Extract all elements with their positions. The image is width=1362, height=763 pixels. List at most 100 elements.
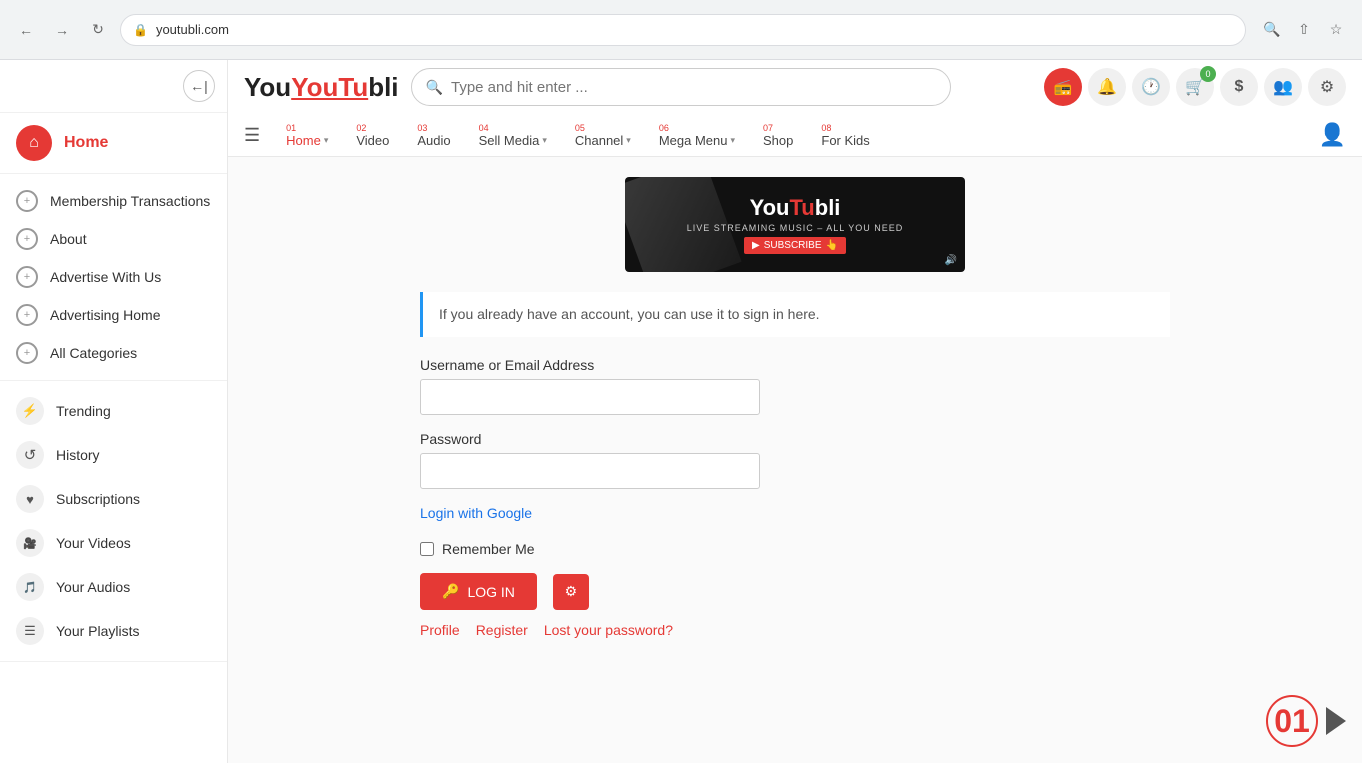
cart-badge: 0 xyxy=(1200,66,1216,82)
refresh-button[interactable]: ↻ xyxy=(84,16,112,44)
radio-icon: 📻 xyxy=(1054,78,1073,96)
clock-button[interactable]: 🕐 xyxy=(1132,68,1170,106)
username-label: Username or Email Address xyxy=(420,357,1170,373)
username-input[interactable] xyxy=(420,379,760,415)
logo[interactable]: YouYouTubli xyxy=(244,72,399,103)
nav-item-home[interactable]: 01 Home ▾ xyxy=(272,114,342,156)
membership-icon: + xyxy=(16,190,38,212)
home-label: Home xyxy=(64,134,108,152)
register-link[interactable]: Register xyxy=(476,622,528,638)
sidebar-advertising-home-label: Advertising Home xyxy=(50,307,161,323)
back-button[interactable]: ← xyxy=(12,16,40,44)
nav-item-video[interactable]: 02 Video xyxy=(342,114,403,156)
dollar-button[interactable]: $ xyxy=(1220,68,1258,106)
chevron-sell-media: ▾ xyxy=(542,135,547,146)
radio-button[interactable]: 📻 xyxy=(1044,68,1082,106)
dollar-icon: $ xyxy=(1235,78,1244,96)
hamburger-button[interactable]: ☰ xyxy=(244,125,272,146)
sidebar-item-advertising-home[interactable]: + Advertising Home xyxy=(0,296,227,334)
sidebar-home-item[interactable]: ⌂ Home xyxy=(0,113,227,174)
url-text: youtubli.com xyxy=(156,22,229,37)
nav-item-shop[interactable]: 07 Shop xyxy=(749,114,807,156)
sidebar-item-all-categories[interactable]: + All Categories xyxy=(0,334,227,372)
nav-item-mega-menu[interactable]: 06 Mega Menu ▾ xyxy=(645,114,749,156)
sidebar-membership-label: Membership Transactions xyxy=(50,193,210,209)
top-nav: YouYouTubli 🔍 📻 🔔 🕐 xyxy=(228,60,1362,157)
sidebar-item-membership[interactable]: + Membership Transactions xyxy=(0,182,227,220)
address-bar[interactable]: 🔒 youtubli.com xyxy=(120,14,1246,46)
about-icon: + xyxy=(16,228,38,250)
bell-button[interactable]: 🔔 xyxy=(1088,68,1126,106)
sidebar-item-subscriptions[interactable]: ♥ Subscriptions xyxy=(0,477,227,521)
app-container: ←| ⌂ Home + Membership Transactions + Ab… xyxy=(0,60,1362,763)
sidebar-all-categories-label: All Categories xyxy=(50,345,137,361)
nav-menu-items: 01 Home ▾ 02 Video 03 Audio 04 Sell Medi… xyxy=(272,114,1318,156)
remember-me-row: Remember Me xyxy=(420,541,1170,557)
google-login-button[interactable]: Login with Google xyxy=(420,505,532,521)
sidebar-item-about[interactable]: + About xyxy=(0,220,227,258)
banner-subscribe-btn: ▶ SUBSCRIBE 👆 xyxy=(744,237,846,254)
nav-item-for-kids[interactable]: 08 For Kids xyxy=(807,114,883,156)
login-button[interactable]: 🔑 LOG IN xyxy=(420,573,537,610)
banner-image: YouTubli LIVE STREAMING MUSIC – ALL YOU … xyxy=(625,177,965,272)
your-audios-label: Your Audios xyxy=(56,579,130,595)
users-button[interactable]: 👥 xyxy=(1264,68,1302,106)
trending-icon: ⚡ xyxy=(16,397,44,425)
search-input[interactable] xyxy=(451,79,936,96)
sidebar-item-trending[interactable]: ⚡ Trending xyxy=(0,389,227,433)
share-icon[interactable]: ⇧ xyxy=(1290,16,1318,44)
lost-password-link[interactable]: Lost your password? xyxy=(544,622,673,638)
password-form-group: Password xyxy=(420,431,1170,489)
chevron-mega-menu: ▾ xyxy=(730,135,735,146)
sidebar-about-label: About xyxy=(50,231,87,247)
logo-you: You xyxy=(244,72,291,102)
login-container: YouTubli LIVE STREAMING MUSIC – ALL YOU … xyxy=(420,177,1170,638)
bookmark-icon[interactable]: 🔍 xyxy=(1258,16,1286,44)
bell-icon: 🔔 xyxy=(1097,77,1117,97)
nav-item-sell-media[interactable]: 04 Sell Media ▾ xyxy=(465,114,561,156)
cart-button[interactable]: 🛒 0 xyxy=(1176,68,1214,106)
settings-button[interactable]: ⚙ xyxy=(1308,68,1346,106)
nav-label-shop: Shop xyxy=(763,133,793,148)
sidebar-item-your-audios[interactable]: 🎵 Your Audios xyxy=(0,565,227,609)
main-content: YouTubli LIVE STREAMING MUSIC – ALL YOU … xyxy=(228,157,1362,763)
banner-subscribe-label: SUBSCRIBE xyxy=(764,240,822,251)
all-categories-icon: + xyxy=(16,342,38,364)
forward-button[interactable]: → xyxy=(48,16,76,44)
nav-item-channel[interactable]: 05 Channel ▾ xyxy=(561,114,645,156)
nav-num-mega-menu: 06 xyxy=(659,123,735,133)
users-icon: 👥 xyxy=(1273,77,1293,97)
subscriptions-label: Subscriptions xyxy=(56,491,140,507)
nav-num-channel: 05 xyxy=(575,123,631,133)
sidebar-menu: + Membership Transactions + About + Adve… xyxy=(0,174,227,381)
nav-num-video: 02 xyxy=(356,123,389,133)
browser-actions: 🔍 ⇧ ☆ xyxy=(1258,16,1350,44)
sidebar-toggle-button[interactable]: ←| xyxy=(183,70,215,102)
profile-link[interactable]: Profile xyxy=(420,622,460,638)
nav-item-audio[interactable]: 03 Audio xyxy=(403,114,464,156)
remember-me-checkbox[interactable] xyxy=(420,542,434,556)
sidebar-item-advertise[interactable]: + Advertise With Us xyxy=(0,258,227,296)
search-bar: 🔍 xyxy=(411,68,951,106)
banner-sound-icon: 🔊 xyxy=(945,255,957,266)
nav-label-home: Home ▾ xyxy=(286,133,328,148)
nav-label-mega-menu: Mega Menu ▾ xyxy=(659,133,735,148)
user-avatar-nav[interactable]: 👤 xyxy=(1319,122,1346,148)
advertise-icon: + xyxy=(16,266,38,288)
your-audios-icon: 🎵 xyxy=(16,573,44,601)
password-input[interactable] xyxy=(420,453,760,489)
key-btn[interactable]: ⚙ xyxy=(553,574,589,610)
history-label: History xyxy=(56,447,100,463)
nav-label-video: Video xyxy=(356,133,389,148)
nav-num-audio: 03 xyxy=(417,123,450,133)
sidebar-item-history[interactable]: ↺ History xyxy=(0,433,227,477)
banner-logo: YouTubli xyxy=(687,195,904,221)
nav-label-audio: Audio xyxy=(417,133,450,148)
sidebar-item-your-playlists[interactable]: ☰ Your Playlists xyxy=(0,609,227,653)
star-icon[interactable]: ☆ xyxy=(1322,16,1350,44)
remember-me-label: Remember Me xyxy=(442,541,535,557)
sidebar-item-your-videos[interactable]: 🎥 Your Videos xyxy=(0,521,227,565)
sidebar-advertise-label: Advertise With Us xyxy=(50,269,161,285)
nav-num-for-kids: 08 xyxy=(821,123,869,133)
gear-icon: ⚙ xyxy=(565,583,578,600)
